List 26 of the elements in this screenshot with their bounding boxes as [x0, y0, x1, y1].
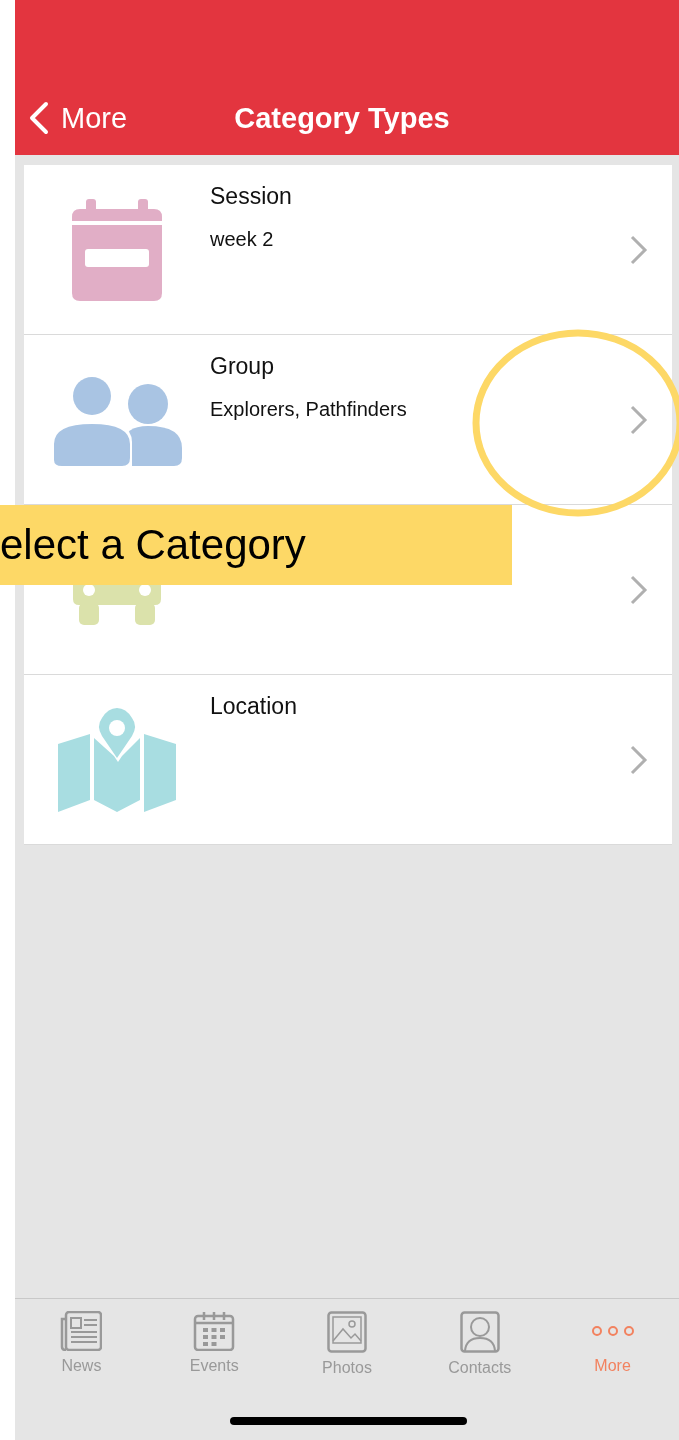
- category-subtitle: Explorers, Pathfinders: [210, 398, 407, 421]
- tab-item[interactable]: Contacts: [429, 1311, 530, 1377]
- category-title: Session: [210, 183, 292, 210]
- category-title: Location: [210, 693, 297, 720]
- chevron-right-icon: [630, 745, 648, 775]
- tab-item[interactable]: More: [562, 1311, 663, 1377]
- callout-text: elect a Category: [0, 521, 306, 569]
- category-subtitle: week 2: [210, 228, 274, 251]
- chevron-right-icon: [630, 235, 648, 265]
- tab-item[interactable]: News: [31, 1311, 132, 1377]
- category-row[interactable]: Group Explorers, Pathfinders: [24, 335, 672, 505]
- more-icon: [590, 1326, 635, 1336]
- back-chevron-icon: [29, 101, 49, 135]
- category-title: Group: [210, 353, 274, 380]
- chevron-right-icon: [630, 575, 648, 605]
- newspaper-icon: [60, 1311, 103, 1351]
- category-row[interactable]: Session week 2: [24, 165, 672, 335]
- calendar-icon: [193, 1311, 236, 1351]
- person-icon: [459, 1311, 500, 1353]
- category-row[interactable]: Location: [24, 675, 672, 845]
- tab-item[interactable]: Photos: [297, 1311, 397, 1377]
- photo-icon: [327, 1311, 367, 1353]
- back-button[interactable]: More: [15, 101, 128, 135]
- screen-title: Category Types: [234, 102, 450, 134]
- chevron-right-icon: [630, 405, 648, 435]
- tab-item[interactable]: Events: [164, 1311, 265, 1377]
